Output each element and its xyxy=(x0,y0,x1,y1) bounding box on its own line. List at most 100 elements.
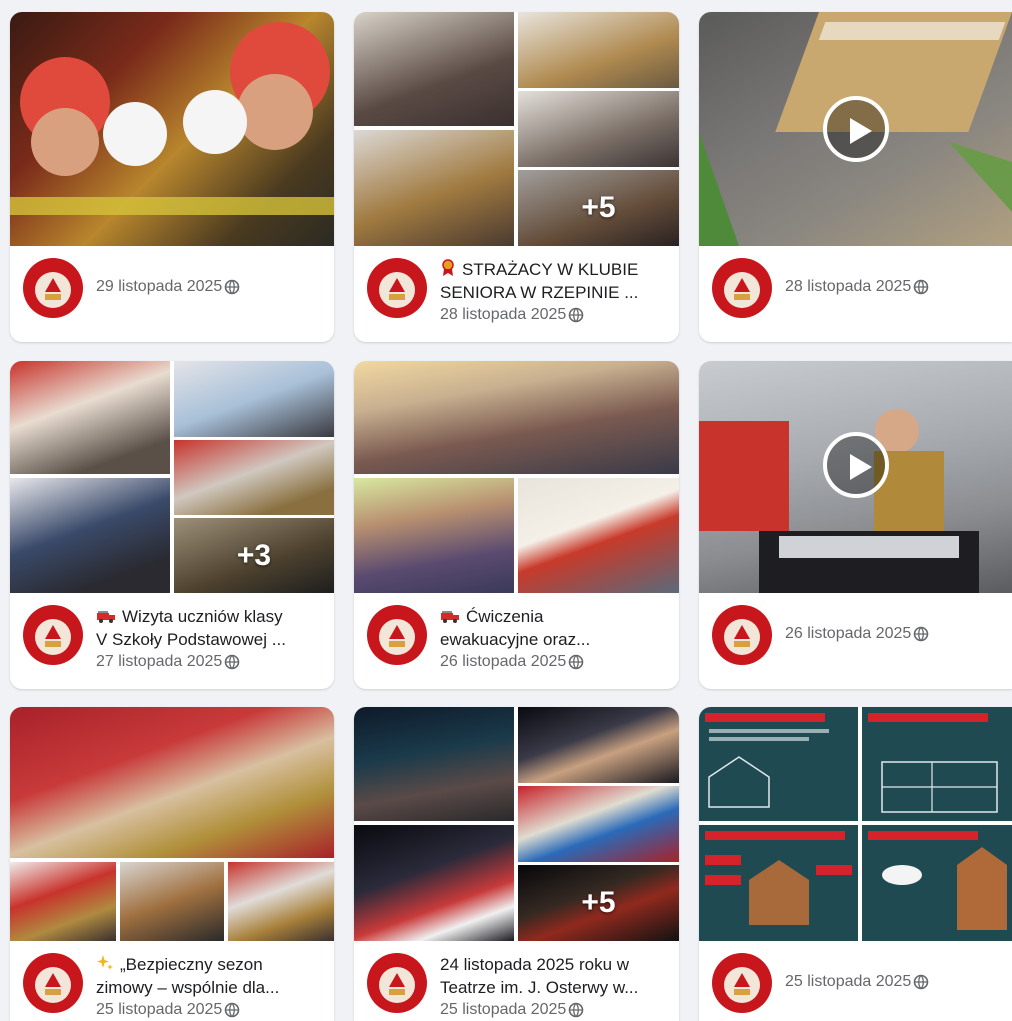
post-album[interactable] xyxy=(354,361,679,593)
album-infographic[interactable] xyxy=(862,825,1012,941)
album-photo[interactable] xyxy=(518,786,679,862)
album-photo[interactable] xyxy=(174,440,334,515)
post-date-text: 26 listopada 2025 xyxy=(785,625,912,642)
album-photo[interactable] xyxy=(228,862,334,941)
globe-icon xyxy=(914,279,929,295)
page-avatar[interactable] xyxy=(23,605,83,665)
post-album[interactable] xyxy=(10,707,334,941)
album-photo[interactable] xyxy=(10,862,116,941)
play-button[interactable] xyxy=(822,432,889,499)
album-photo[interactable] xyxy=(10,361,170,474)
album-photo[interactable] xyxy=(518,91,679,167)
post-title[interactable]: Ćwiczenia xyxy=(440,605,667,628)
page-avatar[interactable] xyxy=(712,605,772,665)
page-avatar[interactable] xyxy=(712,258,772,318)
posts-grid: 29 listopada 2025 +5 STRAŻACY W KLUBIE S… xyxy=(0,0,1012,1021)
post-date[interactable]: 25 listopada 2025 xyxy=(96,999,322,1021)
fire-service-logo-icon xyxy=(714,955,770,1011)
play-icon xyxy=(849,118,872,144)
album-infographic[interactable] xyxy=(699,707,858,821)
fire-truck-icon xyxy=(97,611,115,623)
post-title[interactable]: STRAŻACY W KLUBIE xyxy=(440,258,667,281)
play-button[interactable] xyxy=(822,96,889,162)
album-photo[interactable] xyxy=(354,12,514,126)
album-photo[interactable] xyxy=(10,707,334,858)
post-title-line2[interactable]: zimowy – wspólnie dla... xyxy=(96,976,322,999)
floorplan-diagram-icon xyxy=(881,761,998,813)
post-date[interactable]: 28 listopada 2025 xyxy=(440,304,667,326)
fire-truck-icon xyxy=(441,611,459,623)
page-avatar[interactable] xyxy=(23,953,83,1013)
album-photo-more[interactable]: +5 xyxy=(518,170,679,246)
post-card[interactable]: 26 listopada 2025 xyxy=(699,361,1012,689)
post-card[interactable]: „Bezpieczny sezon zimowy – wspólnie dla.… xyxy=(10,707,334,1021)
page-avatar[interactable] xyxy=(367,258,427,318)
album-photo[interactable] xyxy=(354,361,679,474)
album-photo[interactable] xyxy=(518,478,679,593)
fire-service-logo-icon xyxy=(369,260,425,316)
album-photo[interactable] xyxy=(120,862,224,941)
globe-icon xyxy=(225,279,240,295)
album-photo-more[interactable]: +5 xyxy=(518,865,679,941)
post-photo[interactable] xyxy=(10,12,334,246)
house-diagram-icon xyxy=(708,729,829,808)
post-album[interactable]: +3 xyxy=(10,361,334,593)
fire-service-logo-icon xyxy=(369,607,425,663)
post-card[interactable]: +3 Wizyta uczniów klasy V Szkoły Podstaw… xyxy=(10,361,334,689)
post-card[interactable]: +5 24 listopada 2025 roku w Teatrze im. … xyxy=(354,707,679,1021)
post-date[interactable]: 29 listopada 2025 xyxy=(96,276,322,298)
page-avatar[interactable] xyxy=(712,953,772,1013)
house-sources-diagram-icon xyxy=(705,855,852,925)
fire-service-logo-icon xyxy=(25,260,81,316)
post-card[interactable]: 29 listopada 2025 xyxy=(10,12,334,342)
post-date-text: 28 listopada 2025 xyxy=(440,306,567,323)
album-photo[interactable] xyxy=(10,478,170,593)
post-video[interactable] xyxy=(699,12,1012,246)
post-date[interactable]: 26 listopada 2025 xyxy=(785,623,1000,645)
album-photo[interactable] xyxy=(174,361,334,437)
more-photos-count: +5 xyxy=(518,170,679,246)
post-title-line2[interactable]: ewakuacyjne oraz... xyxy=(440,628,667,651)
post-card[interactable]: 28 listopada 2025 xyxy=(699,12,1012,342)
page-avatar[interactable] xyxy=(367,605,427,665)
post-card[interactable]: +5 STRAŻACY W KLUBIE SENIORA W RZEPINIE … xyxy=(354,12,679,342)
album-photo[interactable] xyxy=(354,707,514,821)
post-album[interactable] xyxy=(699,707,1012,941)
page-avatar[interactable] xyxy=(23,258,83,318)
post-date[interactable]: 25 listopada 2025 xyxy=(785,971,1000,993)
album-infographic[interactable] xyxy=(862,707,1012,821)
album-photo-more[interactable]: +3 xyxy=(174,518,334,593)
post-date[interactable]: 28 listopada 2025 xyxy=(785,276,1000,298)
album-photo[interactable] xyxy=(354,478,514,593)
post-album[interactable]: +5 xyxy=(354,12,679,246)
post-title[interactable]: 24 listopada 2025 roku w xyxy=(440,953,667,976)
post-date[interactable]: 25 listopada 2025 xyxy=(440,999,667,1021)
badge-icon xyxy=(442,259,454,276)
globe-icon xyxy=(225,1002,240,1018)
post-date-text: 26 listopada 2025 xyxy=(440,653,567,670)
post-date-text: 28 listopada 2025 xyxy=(785,278,912,295)
post-card[interactable]: 25 listopada 2025 xyxy=(699,707,1012,1021)
post-video[interactable] xyxy=(699,361,1012,593)
post-title[interactable]: Wizyta uczniów klasy xyxy=(96,605,322,628)
album-infographic[interactable] xyxy=(699,825,858,941)
album-photo[interactable] xyxy=(354,130,514,246)
post-title-line2[interactable]: SENIORA W RZEPINIE ... xyxy=(440,281,667,304)
post-title-line2[interactable]: V Szkoły Podstawowej ... xyxy=(96,628,322,651)
album-photo[interactable] xyxy=(354,825,514,941)
fire-service-logo-icon xyxy=(25,607,81,663)
album-photo[interactable] xyxy=(518,12,679,88)
more-photos-count: +3 xyxy=(174,518,334,593)
post-date[interactable]: 26 listopada 2025 xyxy=(440,651,667,673)
fire-service-logo-icon xyxy=(714,607,770,663)
page-avatar[interactable] xyxy=(367,953,427,1013)
album-photo[interactable] xyxy=(518,707,679,783)
post-title-line2[interactable]: Teatrze im. J. Osterwy w... xyxy=(440,976,667,999)
more-photos-count: +5 xyxy=(518,865,679,941)
post-date[interactable]: 27 listopada 2025 xyxy=(96,651,322,673)
post-card[interactable]: Ćwiczenia ewakuacyjne oraz... 26 listopa… xyxy=(354,361,679,689)
post-album[interactable]: +5 xyxy=(354,707,679,941)
globe-icon xyxy=(914,974,929,990)
fire-service-logo-icon xyxy=(714,260,770,316)
post-title[interactable]: „Bezpieczny sezon xyxy=(96,953,322,976)
